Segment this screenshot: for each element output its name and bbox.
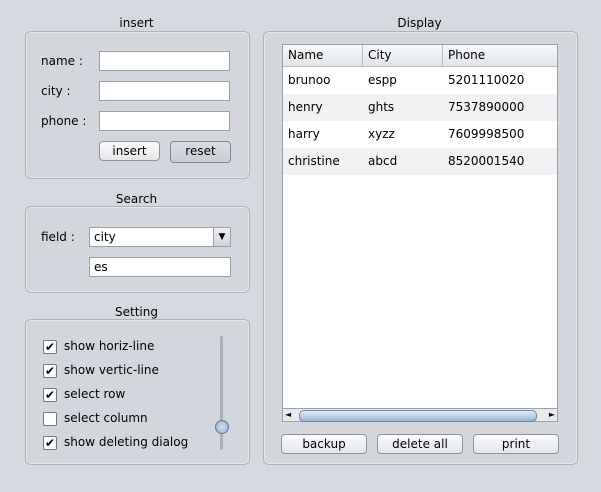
- field-select[interactable]: city ▼: [89, 227, 231, 247]
- reset-button[interactable]: reset: [170, 141, 231, 163]
- cell-city[interactable]: abcd: [363, 148, 397, 175]
- setting-option-label: show horiz-line: [64, 339, 155, 353]
- records-table[interactable]: Name City Phone brunoo espp 5201110020 henr…: [282, 44, 558, 410]
- checkbox-checked[interactable]: ✔: [43, 388, 57, 402]
- delete-all-button[interactable]: delete all: [377, 434, 463, 454]
- scroll-right-icon[interactable]: ►: [549, 409, 555, 421]
- field-label: field :: [41, 230, 75, 244]
- setting-option[interactable]: ✔ select row: [43, 386, 213, 404]
- slider-thumb[interactable]: [215, 420, 229, 434]
- checkbox-unchecked[interactable]: [43, 412, 57, 426]
- city-label: city :: [41, 84, 71, 98]
- setting-option[interactable]: ✔ show deleting dialog: [43, 434, 213, 452]
- phone-label: phone :: [41, 114, 87, 128]
- setting-option[interactable]: ✔ show horiz-line: [43, 338, 213, 356]
- field-select-value: city: [94, 230, 116, 244]
- search-panel-title: Search: [115, 192, 158, 206]
- table-row[interactable]: christine abcd 8520001540: [283, 148, 557, 175]
- cell-phone[interactable]: 7537890000: [443, 94, 524, 121]
- cell-name[interactable]: christine: [283, 148, 340, 175]
- scroll-left-icon[interactable]: ◄: [285, 409, 291, 421]
- city-input[interactable]: [99, 81, 230, 101]
- column-header-phone[interactable]: Phone: [443, 45, 557, 66]
- checkbox-checked[interactable]: ✔: [43, 364, 57, 378]
- setting-slider[interactable]: [215, 336, 229, 450]
- column-header-city[interactable]: City: [363, 45, 443, 66]
- name-input[interactable]: [99, 51, 230, 71]
- chevron-down-icon[interactable]: ▼: [213, 228, 230, 246]
- insert-button[interactable]: insert: [99, 141, 160, 161]
- checkbox-checked[interactable]: ✔: [43, 436, 57, 450]
- setting-option-label: select row: [64, 387, 126, 401]
- setting-option-label: show deleting dialog: [64, 435, 189, 449]
- cell-name[interactable]: brunoo: [283, 67, 330, 94]
- cell-name[interactable]: harry: [283, 121, 320, 148]
- column-header-name[interactable]: Name: [283, 45, 363, 66]
- cell-city[interactable]: xyzz: [363, 121, 395, 148]
- table-row[interactable]: henry ghts 7537890000: [283, 94, 557, 121]
- scrollbar-thumb[interactable]: [299, 410, 537, 422]
- setting-option[interactable]: select column: [43, 410, 213, 428]
- phone-input[interactable]: [99, 111, 230, 131]
- cell-name[interactable]: henry: [283, 94, 323, 121]
- search-panel: [25, 206, 250, 293]
- cell-city[interactable]: espp: [363, 67, 397, 94]
- name-label: name :: [41, 54, 83, 68]
- search-input[interactable]: [89, 257, 231, 277]
- setting-option-label: select column: [64, 411, 148, 425]
- cell-phone[interactable]: 7609998500: [443, 121, 524, 148]
- print-button[interactable]: print: [473, 434, 559, 454]
- display-panel-title: Display: [397, 16, 442, 30]
- checkbox-checked[interactable]: ✔: [43, 340, 57, 354]
- setting-option-label: show vertic-line: [64, 363, 159, 377]
- table-row[interactable]: brunoo espp 5201110020: [283, 67, 557, 94]
- table-header: Name City Phone: [283, 45, 557, 67]
- horizontal-scrollbar[interactable]: ◄ ►: [282, 408, 558, 422]
- table-row[interactable]: harry xyzz 7609998500: [283, 121, 557, 148]
- setting-panel-title: Setting: [115, 305, 158, 319]
- cell-city[interactable]: ghts: [363, 94, 394, 121]
- setting-option[interactable]: ✔ show vertic-line: [43, 362, 213, 380]
- backup-button[interactable]: backup: [281, 434, 367, 454]
- insert-panel-title: insert: [119, 16, 154, 30]
- cell-phone[interactable]: 5201110020: [443, 67, 524, 94]
- cell-phone[interactable]: 8520001540: [443, 148, 524, 175]
